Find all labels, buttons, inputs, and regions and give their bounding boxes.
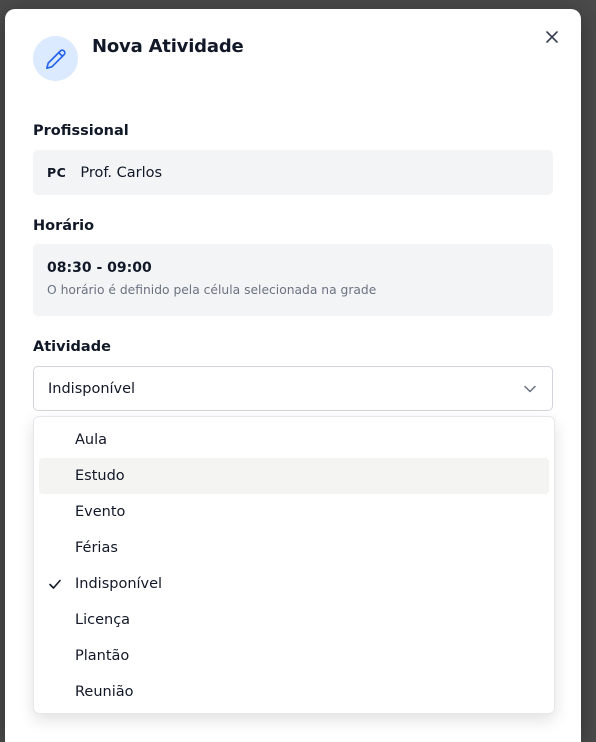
- option-label: Estudo: [75, 468, 125, 484]
- horario-label: Horário: [33, 218, 95, 234]
- time-hint: O horário é definido pela célula selecio…: [47, 283, 377, 297]
- profissional-name: Prof. Carlos: [80, 164, 163, 181]
- check-icon: [49, 579, 61, 589]
- option-aula[interactable]: Aula: [39, 422, 549, 458]
- profissional-field: PC Prof. Carlos: [33, 150, 553, 195]
- atividade-label: Atividade: [33, 339, 111, 355]
- option-label: Plantão: [75, 648, 130, 664]
- atividade-selected-value: Indisponível: [48, 380, 136, 397]
- chevron-down-icon: [522, 381, 538, 397]
- option-reuniao[interactable]: Reunião: [39, 674, 549, 710]
- option-label: Férias: [75, 540, 118, 556]
- header-icon-badge: [33, 36, 78, 81]
- option-plantao[interactable]: Plantão: [39, 638, 549, 674]
- option-estudo[interactable]: Estudo: [39, 458, 549, 494]
- option-label: Indisponível: [75, 576, 163, 592]
- dialog-title: Nova Atividade: [92, 36, 244, 57]
- close-button[interactable]: [542, 27, 562, 47]
- profissional-label: Profissional: [33, 123, 129, 139]
- atividade-dropdown-list: Aula Estudo Evento Férias Indisponível L…: [33, 416, 555, 714]
- option-label: Licença: [75, 612, 131, 628]
- option-indisponivel[interactable]: Indisponível: [39, 566, 549, 602]
- atividade-select[interactable]: Indisponível: [33, 366, 553, 411]
- time-range: 08:30 - 09:00: [47, 260, 152, 276]
- horario-field: 08:30 - 09:00 O horário é definido pela …: [33, 244, 553, 316]
- new-activity-dialog: Nova Atividade Profissional PC Prof. Car…: [5, 9, 581, 742]
- option-evento[interactable]: Evento: [39, 494, 549, 530]
- pencil-icon: [45, 48, 66, 69]
- option-label: Aula: [75, 432, 108, 448]
- close-icon: [546, 31, 558, 43]
- avatar-initials: PC: [47, 165, 67, 180]
- option-label: Reunião: [75, 684, 134, 700]
- option-licenca[interactable]: Licença: [39, 602, 549, 638]
- option-label: Evento: [75, 504, 126, 520]
- option-ferias[interactable]: Férias: [39, 530, 549, 566]
